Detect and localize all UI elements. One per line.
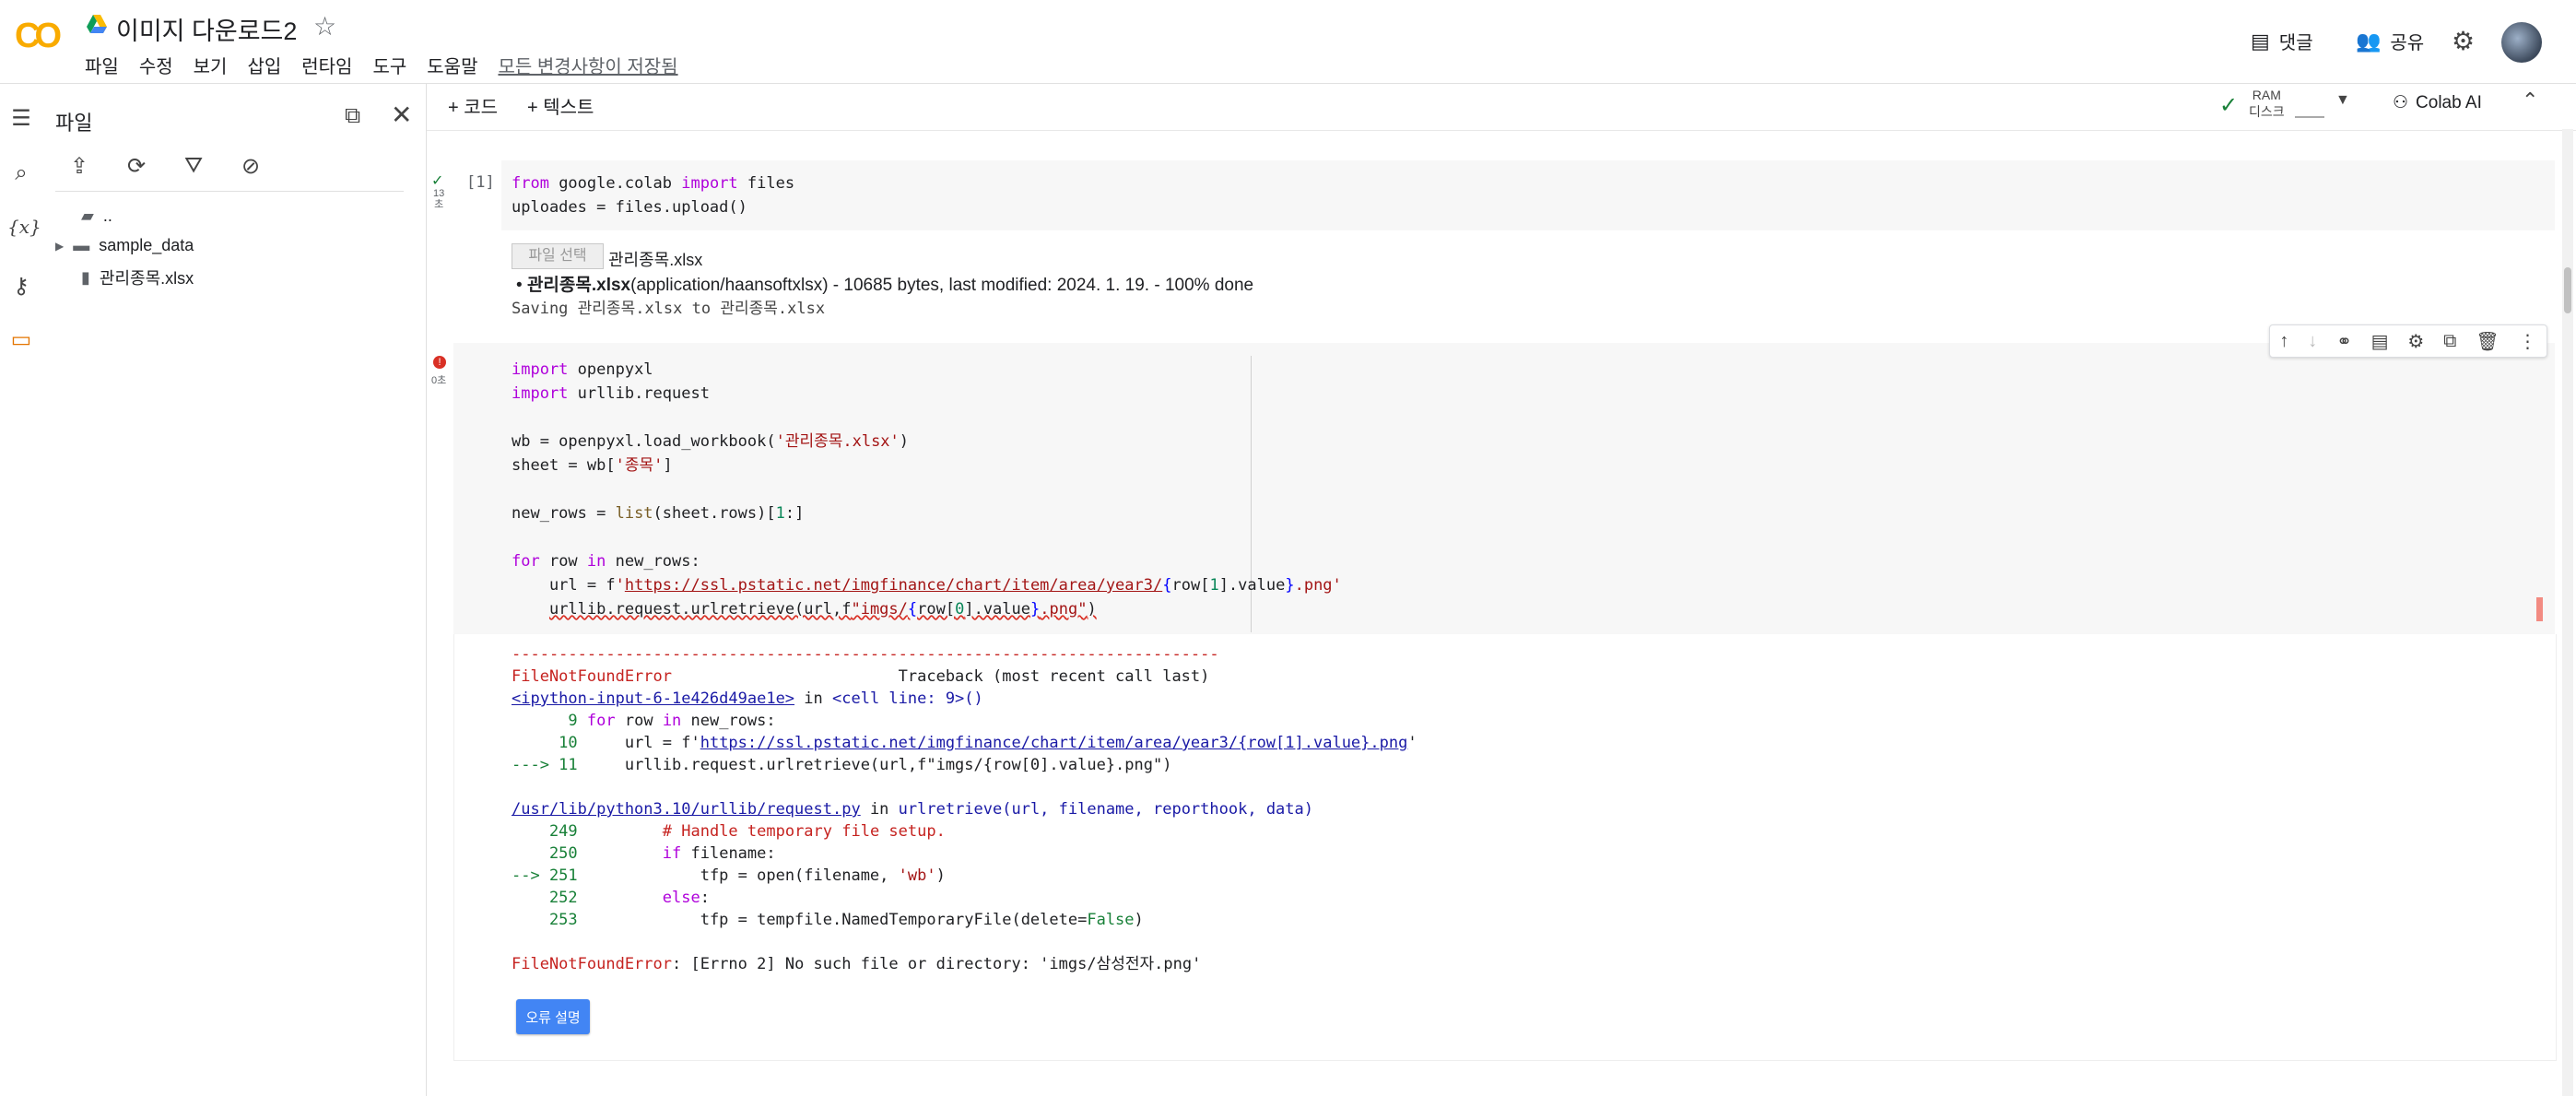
delete-icon[interactable]: 🗑 — [2476, 330, 2499, 353]
share-button[interactable]: 👥 공유 — [2356, 28, 2424, 54]
people-icon: 👥 — [2356, 29, 2382, 53]
upload-icon[interactable]: ⇪ — [70, 153, 101, 184]
tree-item-parent[interactable]: ▰.. — [81, 206, 112, 226]
colab-ai-button[interactable]: ⚇ Colab AI — [2393, 92, 2482, 113]
upload-result: • 관리종목.xlsx(application/haansoftxlsx) - … — [516, 276, 1254, 295]
settings-icon[interactable]: ⚙ — [2407, 330, 2424, 353]
input-link[interactable]: <ipython-input-6-1e426d49ae1e> — [512, 689, 794, 708]
lib-link[interactable]: /usr/lib/python3.10/urllib/request.py — [512, 800, 861, 819]
key-icon[interactable]: ⚷ — [7, 273, 35, 301]
success-icon: ✓ — [431, 173, 444, 189]
mount-drive-icon[interactable]: ⛛ — [184, 153, 216, 184]
scroll-marker — [2536, 597, 2543, 621]
divider — [55, 191, 404, 192]
chevron-right-icon: ▶ — [55, 239, 65, 253]
file-icon: ▮ — [81, 267, 90, 287]
toc-icon[interactable]: ☰ — [7, 105, 35, 133]
folder-up-icon: ▰ — [81, 206, 94, 225]
scrollbar-thumb[interactable] — [2564, 267, 2571, 313]
colab-logo[interactable]: CO — [15, 17, 68, 61]
explain-error-button[interactable]: 오류 설명 — [516, 999, 590, 1034]
chevron-down-icon[interactable]: ▼ — [2335, 92, 2350, 109]
files-panel-title: 파일 — [55, 112, 93, 135]
mirror-cell-icon[interactable]: ⧉ — [2443, 331, 2456, 352]
open-in-tab-icon[interactable]: ⧉ — [345, 103, 360, 129]
star-icon[interactable]: ☆ — [313, 11, 336, 41]
menu-runtime[interactable]: 런타임 — [301, 52, 352, 78]
comments-button[interactable]: ▤ 댓글 — [2251, 28, 2313, 54]
traceback: ----------------------------------------… — [512, 645, 1417, 973]
avatar[interactable] — [2501, 22, 2542, 63]
tree-item-xlsx[interactable]: ▮ 관리종목.xlsx — [81, 265, 194, 289]
ai-icon: ⚇ — [2393, 93, 2409, 112]
error-icon: ! — [433, 356, 446, 369]
arrow-up-icon[interactable]: ↑ — [2279, 331, 2288, 352]
choose-file-button[interactable]: 파일 선택 — [512, 243, 604, 269]
cell1-editor[interactable] — [501, 160, 2555, 230]
menu-file[interactable]: 파일 — [85, 52, 119, 78]
cell2-code: import openpyxl import urllib.request wb… — [512, 360, 1342, 619]
menu-help[interactable]: 도움말 — [427, 52, 477, 78]
cell1-exec-count: [1] — [466, 173, 495, 192]
hide-files-icon[interactable]: ⊘ — [241, 153, 273, 184]
chevron-up-icon[interactable]: ⌃ — [2522, 88, 2538, 112]
variables-icon[interactable]: {x} — [7, 216, 41, 243]
cell1-code: from google.colab import files uploades … — [512, 174, 795, 217]
drive-icon — [87, 15, 107, 33]
chosen-file-label: 관리종목.xlsx — [608, 251, 703, 269]
menu-bar: 파일 수정 보기 삽입 런타임 도구 도움말 모든 변경사항이 저장됨 — [85, 52, 678, 78]
refresh-folder-icon[interactable]: ⟳ — [127, 153, 159, 184]
menu-insert[interactable]: 삽입 — [247, 52, 281, 78]
folder-icon[interactable]: ▭ — [7, 326, 35, 354]
menu-tools[interactable]: 도구 — [372, 52, 406, 78]
more-icon[interactable]: ⋮ — [2518, 330, 2536, 353]
add-code-button[interactable]: + 코드 — [448, 92, 498, 119]
resource-indicator[interactable]: RAM 디스크 — [2249, 87, 2285, 120]
menu-view[interactable]: 보기 — [194, 52, 228, 78]
check-icon: ✓ — [2219, 93, 2239, 118]
link-icon[interactable]: ⚭ — [2336, 330, 2352, 353]
add-text-button[interactable]: + 텍스트 — [527, 92, 594, 119]
resource-bars — [2295, 90, 2324, 118]
close-icon[interactable]: ✕ — [391, 100, 412, 130]
cell2-runtime: 0초 — [431, 375, 447, 386]
cell1-runtime: 13 초 — [433, 188, 445, 210]
gear-icon[interactable]: ⚙ — [2452, 26, 2475, 56]
comment-icon[interactable]: ▤ — [2371, 330, 2389, 353]
cell-toolbar: ↑ ↓ ⚭ ▤ ⚙ ⧉ 🗑 ⋮ — [2269, 324, 2547, 358]
saved-status[interactable]: 모든 변경사항이 저장됨 — [498, 52, 677, 78]
folder-icon: ▬ — [73, 236, 90, 254]
tree-item-sample-data[interactable]: ▶ ▬ sample_data — [55, 236, 194, 255]
notebook-title[interactable]: 이미지 다운로드2 — [116, 11, 297, 47]
saving-output: Saving 관리종목.xlsx to 관리종목.xlsx — [512, 300, 826, 318]
search-icon[interactable]: ⌕ — [7, 160, 35, 188]
menu-edit[interactable]: 수정 — [139, 52, 173, 78]
arrow-down-icon[interactable]: ↓ — [2308, 331, 2317, 352]
comment-icon: ▤ — [2251, 29, 2270, 53]
